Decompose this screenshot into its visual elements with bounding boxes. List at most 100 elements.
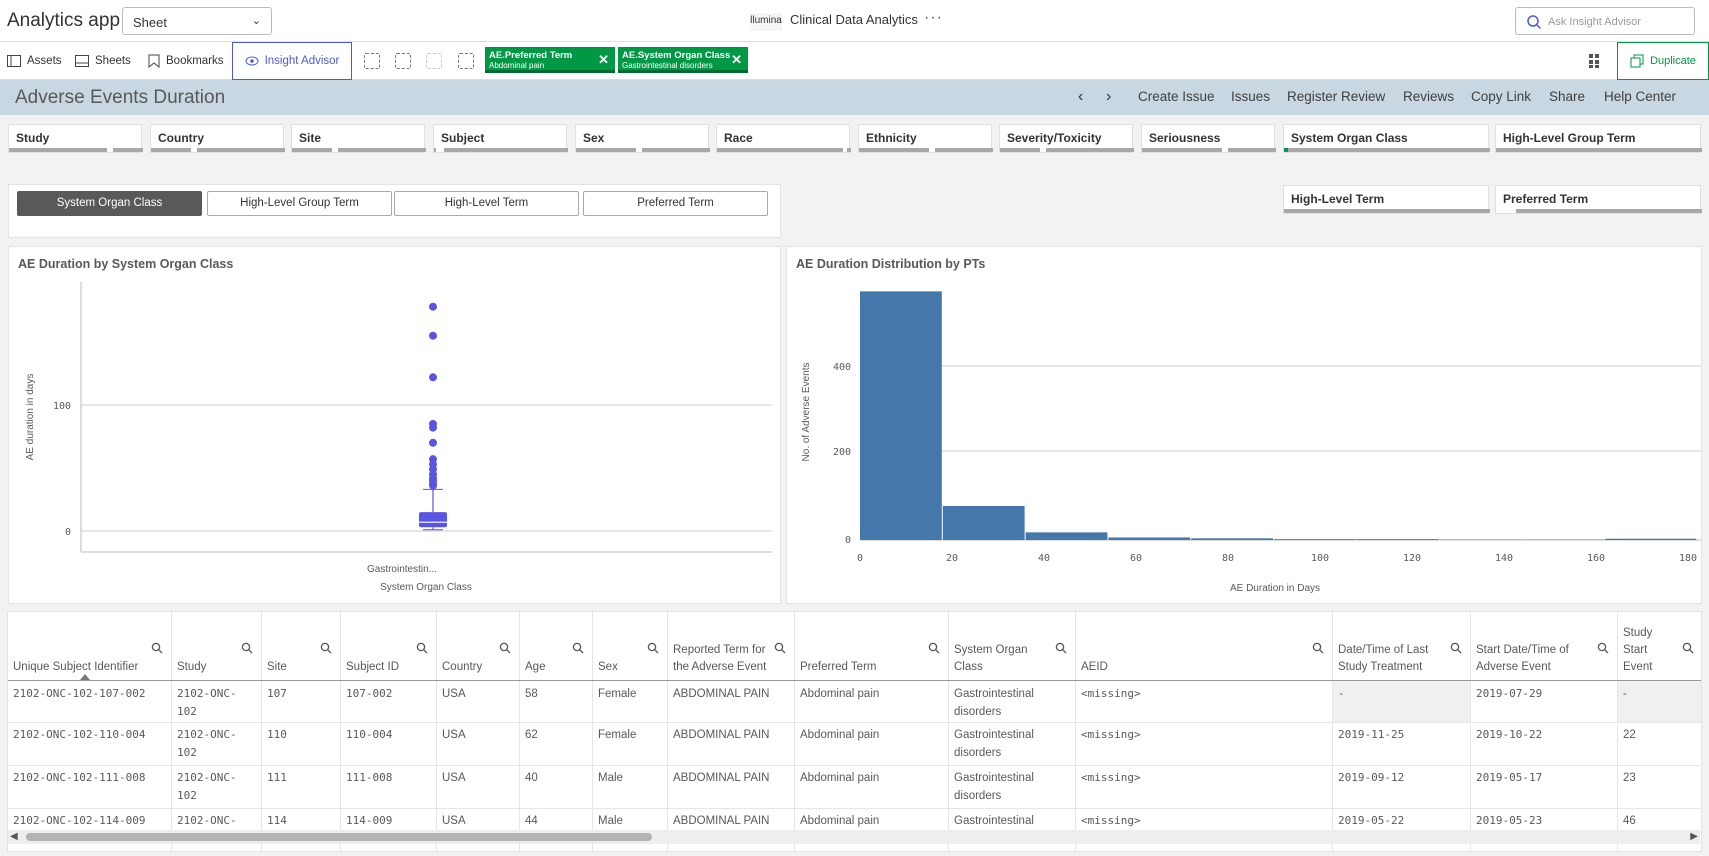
- search-icon[interactable]: [1597, 642, 1609, 654]
- table-cell[interactable]: <missing>: [1076, 681, 1333, 722]
- filter-preferred-term[interactable]: Preferred Term: [1495, 185, 1702, 214]
- search-icon[interactable]: [572, 642, 584, 654]
- clear-selections-icon[interactable]: [458, 53, 474, 69]
- table-cell[interactable]: 58: [520, 681, 593, 722]
- search-icon[interactable]: [774, 642, 786, 654]
- filter-severity-toxicity[interactable]: Severity/Toxicity: [999, 124, 1134, 153]
- filter-subject[interactable]: Subject: [433, 124, 568, 153]
- table-cell[interactable]: 22: [1618, 722, 1701, 765]
- filter-system-organ-class[interactable]: System Organ Class: [1283, 124, 1490, 153]
- filter-study[interactable]: Study: [8, 124, 143, 153]
- search-icon[interactable]: [499, 642, 511, 654]
- table-cell[interactable]: 23: [1618, 765, 1701, 808]
- scroll-left-icon[interactable]: ◀: [10, 831, 18, 842]
- sheet-select[interactable]: Sheet ⌄: [122, 7, 272, 35]
- segment-high-level-term[interactable]: High-Level Term: [394, 191, 579, 216]
- search-icon[interactable]: [416, 642, 428, 654]
- issues-link[interactable]: Issues: [1231, 89, 1270, 104]
- share-link[interactable]: Share: [1549, 89, 1585, 104]
- previous-sheet-icon[interactable]: ‹: [1078, 88, 1083, 106]
- search-icon[interactable]: [320, 642, 332, 654]
- copy-link-link[interactable]: Copy Link: [1471, 89, 1531, 104]
- table-cell[interactable]: 2102-ONC-102-111-008: [8, 765, 172, 808]
- insight-advisor-button[interactable]: Insight Advisor: [232, 42, 352, 80]
- scrollbar-thumb[interactable]: [26, 833, 652, 841]
- filter-seriousness[interactable]: Seriousness: [1141, 124, 1276, 153]
- table-cell[interactable]: Female: [593, 681, 668, 722]
- grid-icon[interactable]: [1588, 53, 1604, 72]
- assets-button[interactable]: Assets: [7, 42, 62, 80]
- help-center-link[interactable]: Help Center: [1604, 89, 1676, 104]
- register-review-link[interactable]: Register Review: [1287, 89, 1385, 104]
- table-cell[interactable]: 111: [262, 765, 341, 808]
- selection-chip[interactable]: AE.Preferred Term Abdominal pain ✕: [485, 47, 615, 73]
- search-icon[interactable]: [1450, 642, 1462, 654]
- search-selections-icon[interactable]: [364, 53, 380, 69]
- table-cell[interactable]: 110-004: [341, 722, 437, 765]
- filter-sex[interactable]: Sex: [575, 124, 710, 153]
- insight-search-input[interactable]: Ask Insight Advisor: [1515, 7, 1695, 35]
- next-sheet-icon[interactable]: ›: [1106, 88, 1111, 106]
- table-cell[interactable]: Gastrointestinal disorders: [949, 722, 1076, 765]
- table-cell[interactable]: ABDOMINAL PAIN: [668, 765, 795, 808]
- table-cell[interactable]: 2102-ONC-102-110-004: [8, 722, 172, 765]
- column-header[interactable]: System Organ Class: [949, 612, 1076, 680]
- table-cell[interactable]: <missing>: [1076, 722, 1333, 765]
- table-cell[interactable]: 2019-10-22: [1471, 722, 1618, 765]
- table-cell[interactable]: Gastrointestinal disorders: [949, 681, 1076, 722]
- table-cell[interactable]: ABDOMINAL PAIN: [668, 722, 795, 765]
- table-cell[interactable]: 2102-ONC-102: [172, 765, 262, 808]
- table-cell[interactable]: 2019-11-25: [1333, 722, 1471, 765]
- table-cell[interactable]: Abdominal pain: [795, 681, 949, 722]
- column-header[interactable]: Study Start Event: [1618, 612, 1701, 680]
- table-cell[interactable]: 2019-05-17: [1471, 765, 1618, 808]
- table-cell[interactable]: 2102-ONC-102: [172, 681, 262, 722]
- more-options-icon[interactable]: ···: [924, 9, 943, 27]
- create-issue-link[interactable]: Create Issue: [1138, 89, 1215, 104]
- table-cell[interactable]: ABDOMINAL PAIN: [668, 681, 795, 722]
- search-icon[interactable]: [151, 642, 163, 654]
- table-cell[interactable]: Female: [593, 722, 668, 765]
- column-header[interactable]: Site: [262, 612, 341, 680]
- close-icon[interactable]: ✕: [731, 52, 742, 68]
- table-cell[interactable]: 62: [520, 722, 593, 765]
- table-cell[interactable]: 2019-07-29: [1471, 681, 1618, 722]
- table-cell[interactable]: Abdominal pain: [795, 722, 949, 765]
- table-cell[interactable]: -: [1333, 681, 1471, 722]
- table-cell[interactable]: USA: [437, 681, 520, 722]
- search-icon[interactable]: [1682, 642, 1694, 654]
- table-cell[interactable]: USA: [437, 765, 520, 808]
- search-icon[interactable]: [1312, 642, 1324, 654]
- table-cell[interactable]: 40: [520, 765, 593, 808]
- segment-preferred-term[interactable]: Preferred Term: [583, 191, 768, 216]
- column-header[interactable]: Start Date/Time of Adverse Event: [1471, 612, 1618, 680]
- table-cell[interactable]: USA: [437, 722, 520, 765]
- sheets-button[interactable]: Sheets: [75, 42, 131, 80]
- table-cell[interactable]: 2019-09-12: [1333, 765, 1471, 808]
- table-cell[interactable]: 107-002: [341, 681, 437, 722]
- filter-country[interactable]: Country: [150, 124, 285, 153]
- segment-system-organ-class[interactable]: System Organ Class: [17, 191, 202, 216]
- column-header[interactable]: Study: [172, 612, 262, 680]
- search-icon[interactable]: [928, 642, 940, 654]
- horizontal-scrollbar[interactable]: ◀ ▶: [8, 830, 1700, 844]
- segment-high-level-group-term[interactable]: High-Level Group Term: [207, 191, 392, 216]
- reviews-link[interactable]: Reviews: [1403, 89, 1454, 104]
- filter-ethnicity[interactable]: Ethnicity: [858, 124, 993, 153]
- step-forward-icon[interactable]: [426, 53, 442, 69]
- search-icon[interactable]: [1055, 642, 1067, 654]
- table-cell[interactable]: 110: [262, 722, 341, 765]
- column-header[interactable]: Subject ID: [341, 612, 437, 680]
- column-header[interactable]: Sex: [593, 612, 668, 680]
- filter-site[interactable]: Site: [291, 124, 426, 153]
- column-header[interactable]: Age: [520, 612, 593, 680]
- filter-race[interactable]: Race: [716, 124, 851, 153]
- table-cell[interactable]: 107: [262, 681, 341, 722]
- table-cell[interactable]: 2102-ONC-102: [172, 722, 262, 765]
- table-cell[interactable]: -: [1618, 681, 1701, 722]
- column-header[interactable]: Country: [437, 612, 520, 680]
- scroll-right-icon[interactable]: ▶: [1690, 831, 1698, 842]
- table-cell[interactable]: <missing>: [1076, 765, 1333, 808]
- column-header[interactable]: Date/Time of Last Study Treatment: [1333, 612, 1471, 680]
- selection-chip[interactable]: AE.System Organ Class Gastrointestinal d…: [618, 47, 748, 73]
